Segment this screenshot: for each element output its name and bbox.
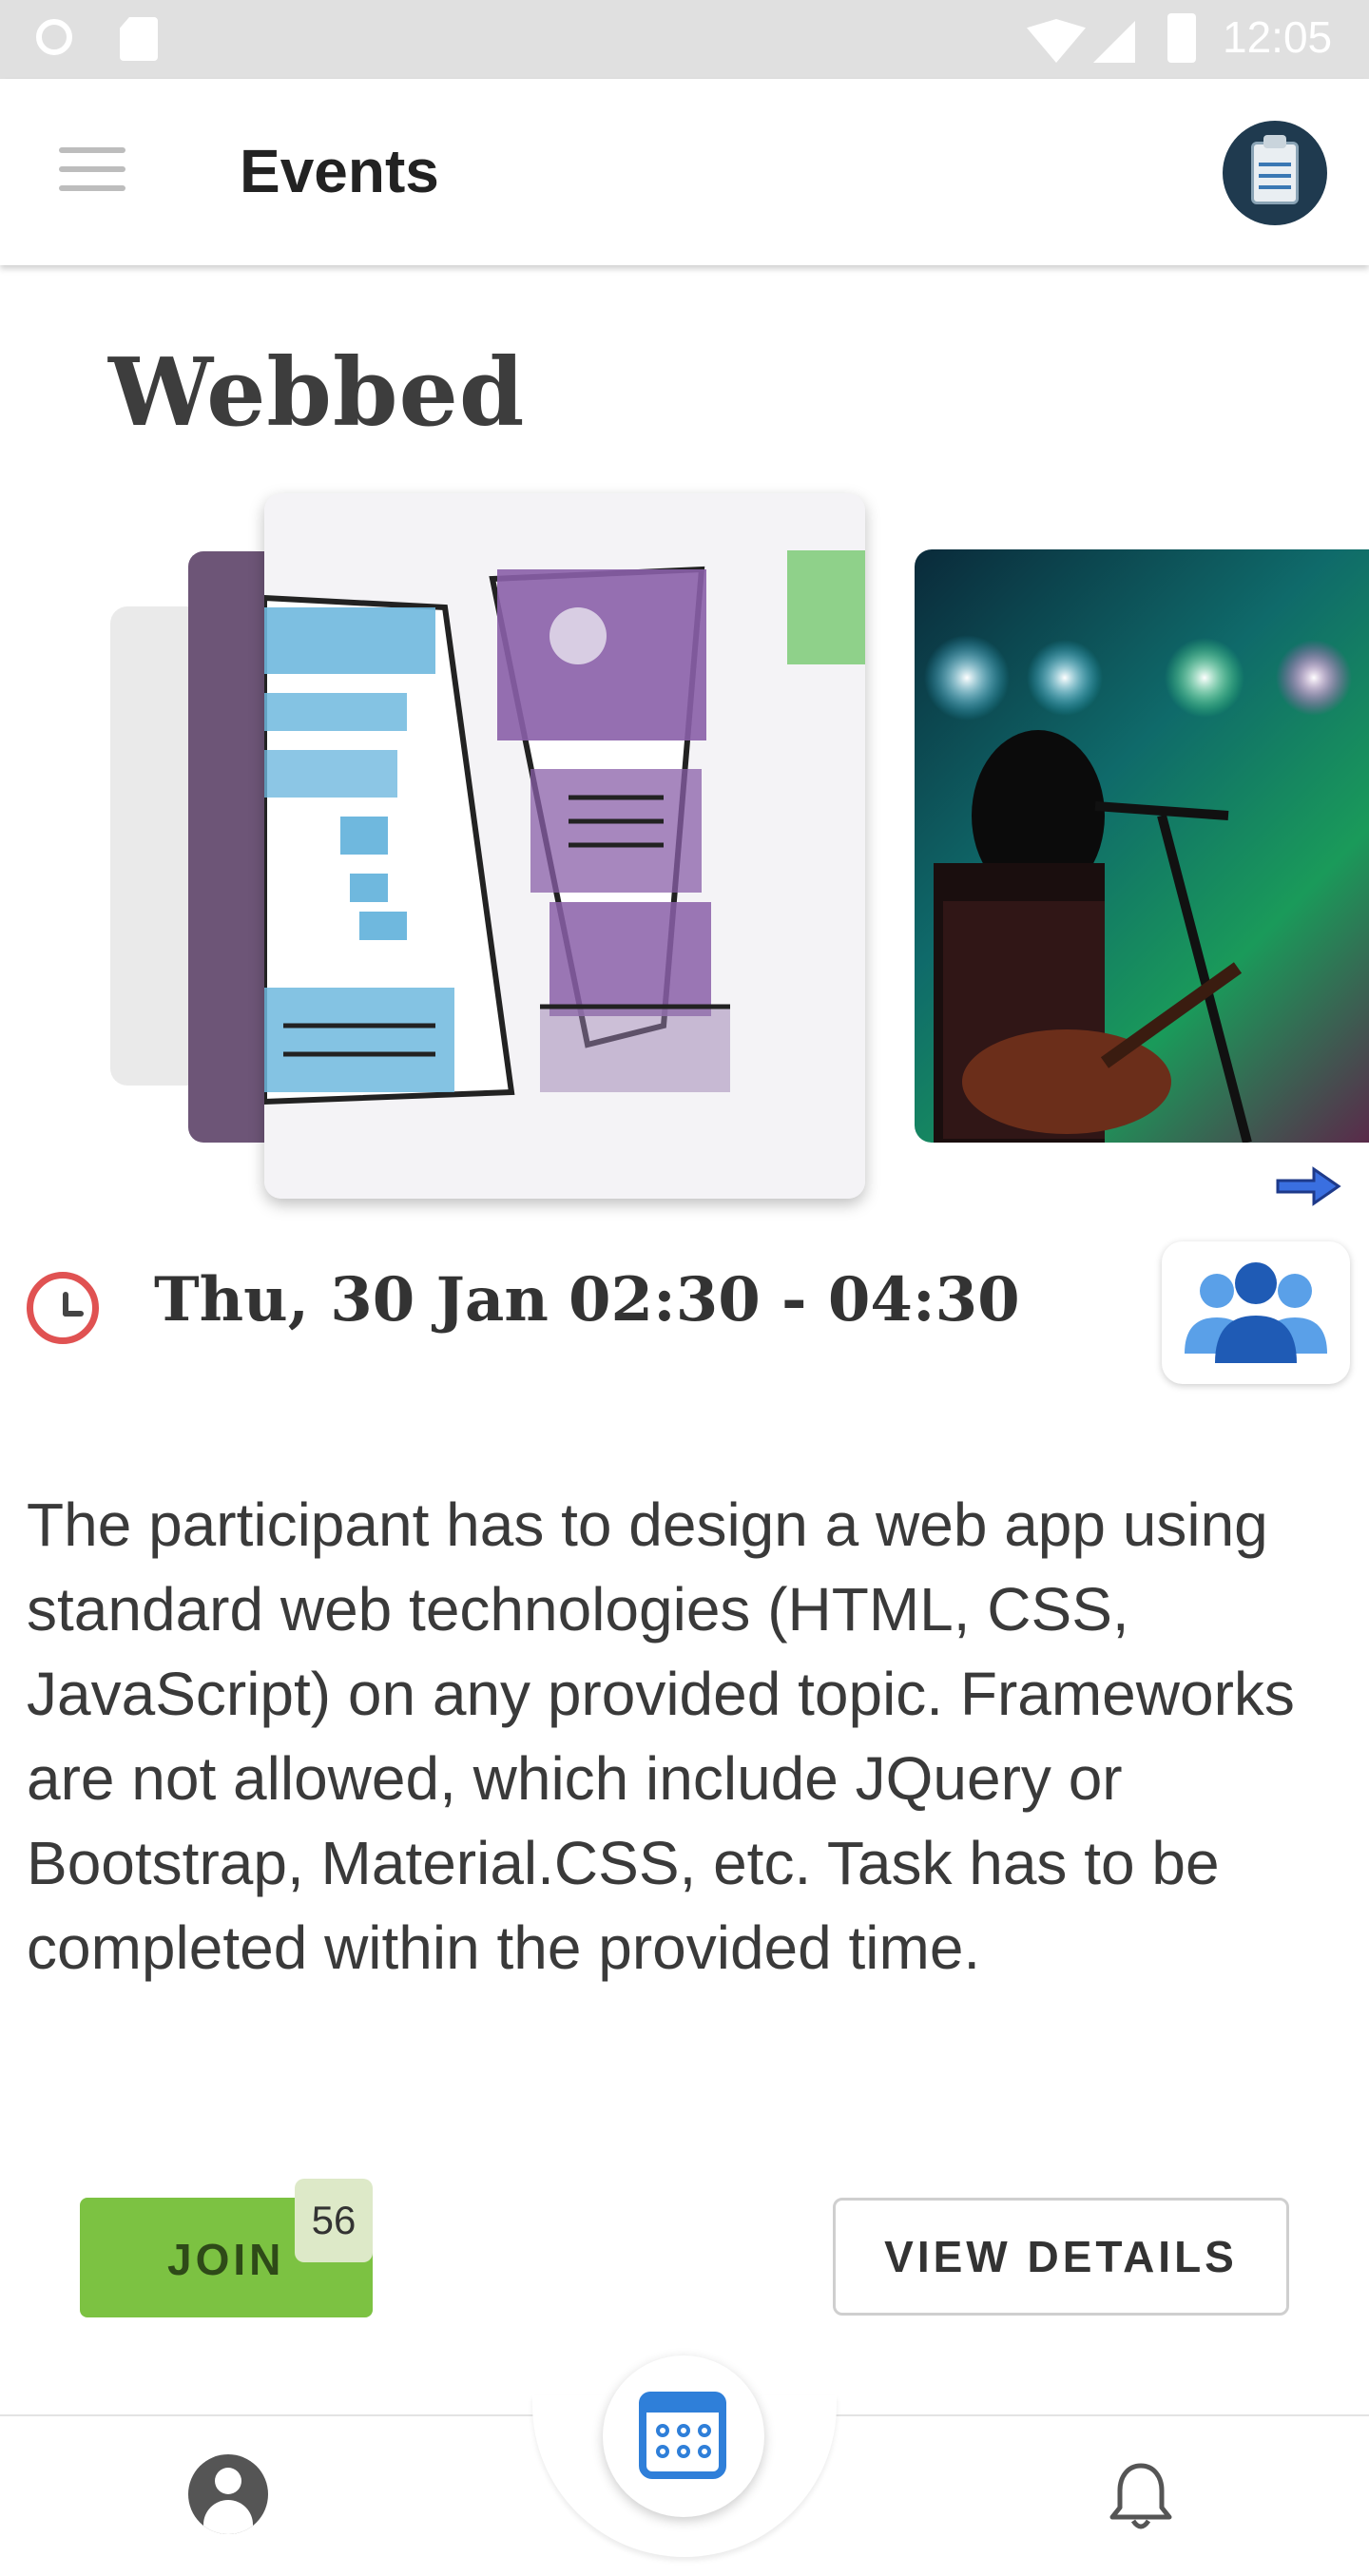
event-description: The participant has to design a web app … bbox=[27, 1490, 1295, 1982]
clock-icon bbox=[27, 1272, 99, 1344]
concert-image bbox=[924, 635, 1352, 1143]
calendar-fab-button[interactable] bbox=[603, 2355, 764, 2517]
participant-count-badge: 56 bbox=[295, 2179, 373, 2262]
join-button[interactable]: JOIN 56 bbox=[80, 2179, 373, 2317]
signal-icon bbox=[1093, 21, 1135, 63]
team-button[interactable] bbox=[1162, 1241, 1350, 1384]
menu-icon[interactable] bbox=[59, 147, 125, 195]
clipboard-button[interactable] bbox=[1223, 121, 1327, 225]
sd-card-icon bbox=[120, 17, 158, 61]
page-title: Events bbox=[240, 137, 439, 205]
battery-icon bbox=[1167, 13, 1196, 63]
bell-icon[interactable] bbox=[1101, 2458, 1181, 2538]
next-arrow-icon[interactable] bbox=[1274, 1163, 1342, 1209]
event-date: Thu, 30 Jan bbox=[154, 1264, 549, 1336]
profile-icon[interactable] bbox=[188, 2454, 268, 2534]
calendar-icon bbox=[639, 2392, 726, 2479]
carousel-card-next[interactable] bbox=[915, 549, 1369, 1143]
join-button-label: JOIN bbox=[167, 2235, 285, 2284]
carousel-card-current[interactable] bbox=[264, 493, 865, 1199]
view-details-button[interactable]: VIEW DETAILS bbox=[833, 2198, 1289, 2316]
event-title: Webbed bbox=[108, 338, 526, 448]
event-time: 02:30 - 04:30 bbox=[569, 1264, 1020, 1336]
wifi-icon bbox=[1027, 19, 1086, 63]
team-icon bbox=[1185, 1262, 1327, 1363]
app-bar: Events bbox=[0, 79, 1369, 265]
status-time: 12:05 bbox=[1223, 12, 1333, 62]
wireframe-sketch-image bbox=[264, 493, 865, 1199]
status-circle-icon bbox=[36, 19, 72, 55]
status-bar: 12:05 bbox=[0, 0, 1369, 79]
clipboard-icon bbox=[1251, 142, 1299, 204]
